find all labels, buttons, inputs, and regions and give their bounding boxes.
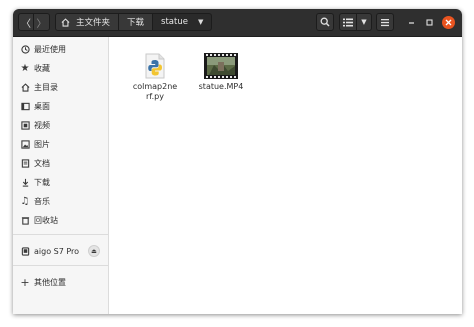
minimize-icon (409, 22, 414, 24)
eject-icon: ⏏ (91, 247, 97, 255)
sidebar-item-other-locations[interactable]: + 其他位置 (13, 273, 108, 291)
view-toggle-button[interactable] (339, 13, 357, 31)
close-icon (445, 19, 452, 26)
sidebar-item-trash[interactable]: 回收站 (13, 211, 108, 229)
video-file-icon (204, 53, 238, 79)
search-icon (320, 17, 330, 27)
plus-icon: + (20, 275, 30, 289)
file-item[interactable]: colmap2ne rf.py (127, 53, 183, 102)
sidebar-item-label: 音乐 (34, 196, 50, 206)
caret-down-icon: ▼ (361, 18, 367, 26)
sidebar-item-label: 桌面 (34, 101, 50, 111)
path-bar: 主文件夹 下载 statue ▼ (55, 13, 213, 31)
drive-icon (20, 246, 30, 256)
video-icon (20, 120, 30, 130)
file-name: statue.MP4 (198, 82, 244, 91)
home-icon (61, 17, 70, 27)
sidebar: 最近使用 ★ 收藏 主目录 桌面 视频 图片 文档 下载 ♫ 音乐 回收站 ai… (13, 37, 109, 314)
file-item[interactable]: statue.MP4 (195, 53, 247, 92)
maximize-icon (426, 19, 433, 26)
document-icon (20, 158, 30, 168)
sidebar-item-desktop[interactable]: 桌面 (13, 97, 108, 115)
sidebar-item-label: 最近使用 (34, 44, 66, 54)
music-icon: ♫ (20, 195, 30, 207)
path-segment-statue[interactable]: statue ▼ (153, 13, 213, 31)
forward-button[interactable]: 〉 (34, 13, 50, 31)
clock-icon (20, 44, 30, 54)
search-button[interactable] (316, 13, 334, 31)
sidebar-item-label: 文档 (34, 158, 50, 168)
maximize-button[interactable] (423, 16, 436, 29)
close-button[interactable] (442, 16, 455, 29)
download-icon (20, 177, 30, 187)
sidebar-divider (13, 265, 108, 266)
sidebar-item-music[interactable]: ♫ 音乐 (13, 192, 108, 210)
menu-button[interactable] (376, 13, 394, 31)
sidebar-item-recent[interactable]: 最近使用 (13, 40, 108, 58)
sidebar-divider (13, 234, 108, 235)
path-segment-label: statue (161, 17, 188, 27)
desktop-icon (20, 101, 30, 111)
sidebar-item-label: 回收站 (34, 215, 58, 225)
sidebar-item-documents[interactable]: 文档 (13, 154, 108, 172)
trash-icon (20, 215, 30, 225)
sidebar-item-device[interactable]: aigo S7 Pro ⏏ (13, 242, 108, 260)
star-icon: ★ (20, 62, 30, 74)
hamburger-icon (381, 18, 389, 26)
file-manager-window: 〈 〉 主文件夹 下载 statue ▼ ▼ 最近使用 ★ 收藏 主目录 桌面 … (13, 9, 462, 314)
view-options-button[interactable]: ▼ (357, 13, 372, 31)
caret-down-icon: ▼ (197, 18, 204, 26)
path-segment-label: 主文件夹 (76, 18, 111, 28)
eject-button[interactable]: ⏏ (88, 245, 100, 257)
file-view: colmap2ne rf.py statue.MP4 (109, 37, 462, 314)
sidebar-item-videos[interactable]: 视频 (13, 116, 108, 134)
picture-icon (20, 139, 30, 149)
path-segment-label: 下载 (127, 18, 145, 28)
sidebar-item-label: 收藏 (34, 63, 50, 73)
file-name-line: rf.py (146, 92, 164, 101)
header-bar: 〈 〉 主文件夹 下载 statue ▼ ▼ (13, 9, 462, 37)
sidebar-item-label: 图片 (34, 139, 50, 149)
python-file-icon (145, 53, 165, 79)
sidebar-item-label: 视频 (34, 120, 50, 130)
sidebar-item-downloads[interactable]: 下载 (13, 173, 108, 191)
sidebar-item-label: 下载 (34, 177, 50, 187)
path-segment-home[interactable]: 主文件夹 (55, 13, 120, 31)
home-icon (20, 82, 30, 92)
file-name-line: colmap2ne (132, 82, 178, 91)
sidebar-item-pictures[interactable]: 图片 (13, 135, 108, 153)
sidebar-item-label: aigo S7 Pro (34, 246, 80, 256)
back-button[interactable]: 〈 (18, 13, 34, 31)
sidebar-item-starred[interactable]: ★ 收藏 (13, 59, 108, 77)
sidebar-item-home[interactable]: 主目录 (13, 78, 108, 96)
list-view-icon (343, 18, 353, 26)
sidebar-item-label: 主目录 (34, 82, 58, 92)
path-segment-downloads[interactable]: 下载 (119, 13, 154, 31)
sidebar-item-label: 其他位置 (34, 277, 66, 287)
minimize-button[interactable] (405, 16, 418, 29)
